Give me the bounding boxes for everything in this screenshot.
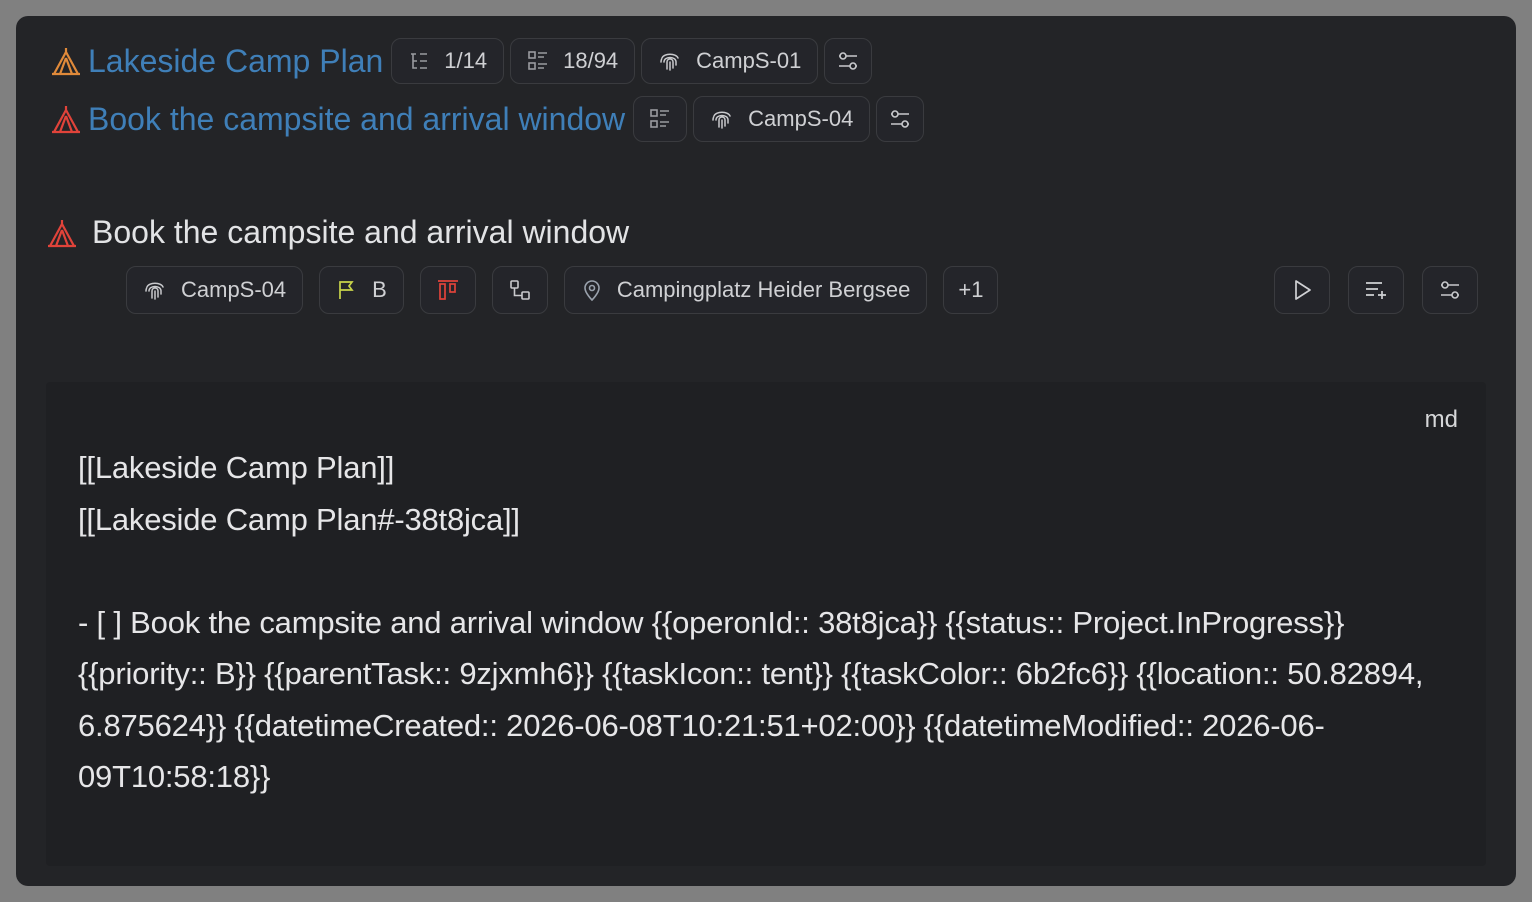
breadcrumb-link-task[interactable]: Book the campsite and arrival window	[88, 101, 625, 138]
checklist-count-chip[interactable]: 18/94	[510, 38, 636, 84]
tent-icon	[50, 103, 82, 135]
tent-icon	[46, 217, 78, 249]
checklist-count: 18/94	[563, 48, 619, 73]
in-progress-status-icon	[437, 280, 458, 300]
task-id: CampS-04	[181, 277, 287, 302]
status-button[interactable]	[419, 266, 476, 314]
breadcrumb-parent: Lakeside Camp Plan 1/14 18/94 CampS-01	[50, 38, 878, 84]
more-count: +1	[958, 277, 984, 302]
markdown-code-block[interactable]: md [[Lakeside Camp Plan]] [[Lakeside Cam…	[46, 382, 1486, 866]
code-content[interactable]: [[Lakeside Camp Plan]] [[Lakeside Camp P…	[78, 442, 1478, 803]
settings-button[interactable]	[1422, 266, 1478, 314]
task-actions	[1274, 266, 1478, 314]
sliders-icon	[1441, 281, 1459, 299]
task-meta: CampS-04 B Campingplatz Heider Bergsee +…	[126, 266, 1004, 314]
add-subtask-button[interactable]	[1348, 266, 1404, 314]
code-language-label: md	[1424, 406, 1458, 433]
fingerprint-icon	[145, 282, 164, 300]
location-name: Campingplatz Heider Bergsee	[616, 277, 911, 302]
task-id-chip[interactable]: CampS-04	[693, 96, 871, 142]
sliders-icon	[839, 52, 858, 70]
fingerprint-icon	[660, 53, 679, 71]
list-add-icon	[1366, 282, 1386, 299]
task-header: Book the campsite and arrival window	[46, 214, 629, 251]
dependency-icon	[510, 280, 530, 300]
priority-value: B	[372, 277, 387, 302]
fingerprint-icon	[712, 111, 731, 129]
subtask-list-icon	[411, 53, 428, 69]
settings-button[interactable]	[824, 38, 873, 84]
breadcrumb-current: Book the campsite and arrival window Cam…	[50, 96, 930, 142]
task-id: CampS-04	[748, 106, 854, 131]
tent-icon	[50, 45, 82, 77]
priority-chip[interactable]: B	[319, 266, 404, 314]
checklist-button[interactable]	[633, 96, 688, 142]
task-window: Lakeside Camp Plan 1/14 18/94 CampS-01 B…	[16, 16, 1516, 886]
more-tags-chip[interactable]: +1	[943, 266, 999, 314]
breadcrumb-link-project[interactable]: Lakeside Camp Plan	[88, 43, 383, 80]
start-button[interactable]	[1274, 266, 1330, 314]
task-title: Book the campsite and arrival window	[92, 214, 630, 250]
task-id: CampS-01	[696, 48, 802, 73]
settings-button[interactable]	[876, 96, 925, 142]
flag-icon	[339, 281, 354, 299]
play-icon	[1295, 280, 1311, 300]
subtasks-count-chip[interactable]: 1/14	[391, 38, 505, 84]
dependencies-button[interactable]	[491, 266, 548, 314]
checklist-icon	[650, 109, 670, 128]
map-pin-icon	[584, 280, 600, 302]
task-id-chip[interactable]: CampS-04	[126, 266, 304, 314]
subtasks-count: 1/14	[444, 48, 488, 73]
checklist-icon	[528, 51, 548, 70]
sliders-icon	[891, 110, 910, 128]
task-id-chip[interactable]: CampS-01	[641, 38, 819, 84]
location-chip[interactable]: Campingplatz Heider Bergsee	[563, 266, 928, 314]
